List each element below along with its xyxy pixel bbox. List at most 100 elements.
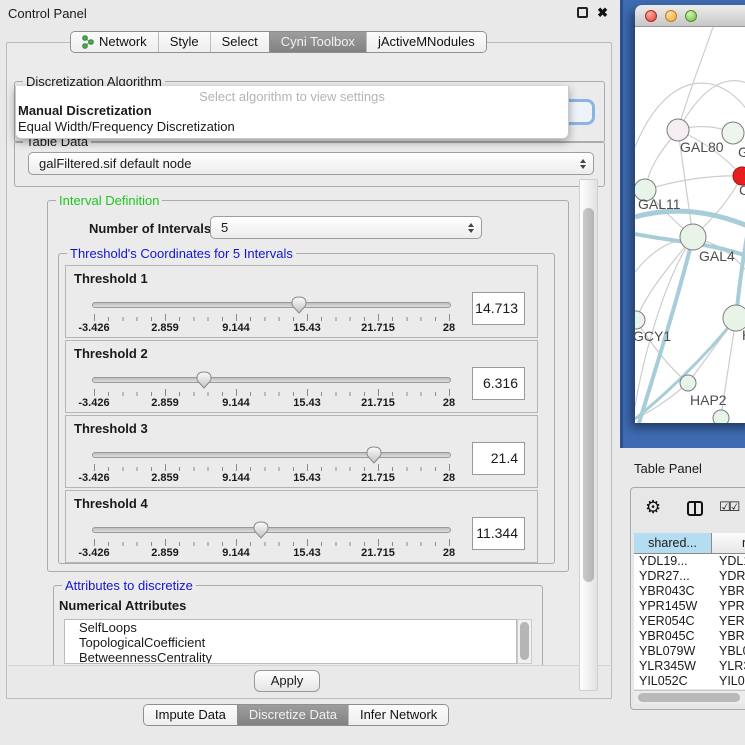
interval-definition-group: Interval Definition Number of Intervals … xyxy=(47,200,569,572)
threshold-1-slider[interactable]: -3.4262.8599.14415.4321.71528 xyxy=(94,294,449,334)
table-row[interactable]: YBR045CYBR0 xyxy=(634,629,745,644)
table-cell[interactable]: YBR0 xyxy=(712,629,745,644)
tab-cyni-toolbox[interactable]: Cyni Toolbox xyxy=(269,32,366,52)
slider-ticks xyxy=(94,317,450,321)
slider-track[interactable] xyxy=(92,377,451,383)
table-cell[interactable]: YDL1 xyxy=(712,554,745,569)
algorithm-option-equal-width[interactable]: Equal Width/Frequency Discretization xyxy=(16,119,568,135)
node-table[interactable]: shared... na YDL19...YDL1YDR27...YDR2YBR… xyxy=(634,533,745,689)
table-cell[interactable]: YER0 xyxy=(712,614,745,629)
slider-track[interactable] xyxy=(92,527,451,533)
table-horizontal-scrollbar[interactable] xyxy=(634,690,745,704)
tab-discretize-data[interactable]: Discretize Data xyxy=(237,705,348,725)
attribute-item[interactable]: SelfLoops xyxy=(65,620,516,635)
table-cell[interactable]: YBR045C xyxy=(634,629,712,644)
top-tab-bar: Network Style Select Cyni Toolbox jActiv… xyxy=(70,31,487,53)
select-columns-icon[interactable]: ☑☑ xyxy=(719,500,738,515)
table-header: shared... na xyxy=(634,533,745,554)
threshold-value-field[interactable]: 6.316 xyxy=(472,367,525,400)
zoom-traffic-light-icon[interactable] xyxy=(685,10,697,22)
threshold-value-field[interactable]: 21.4 xyxy=(472,442,525,475)
attributes-list[interactable]: SelfLoopsTopologicalCoefficientBetweenne… xyxy=(64,619,517,664)
table-row[interactable]: YBL079WYBL0 xyxy=(634,644,745,659)
close-traffic-light-icon[interactable] xyxy=(645,10,657,22)
slider-thumb[interactable] xyxy=(253,521,269,539)
table-cell[interactable]: YDR27... xyxy=(634,569,712,584)
cyni-toolbox-panel: Discretization Algorithm Select algorith… xyxy=(6,42,612,699)
table-row[interactable]: YER054CYER0 xyxy=(634,614,745,629)
window-title: Control Panel xyxy=(8,6,87,21)
tab-style[interactable]: Style xyxy=(158,32,210,52)
close-icon[interactable]: ✖ xyxy=(597,7,608,18)
tab-select[interactable]: Select xyxy=(210,32,269,52)
threshold-4-slider[interactable]: -3.4262.8599.14415.4321.71528 xyxy=(94,519,449,559)
apply-button[interactable]: Apply xyxy=(254,670,320,692)
bottom-tab-bar: Impute Data Discretize Data Infer Networ… xyxy=(143,704,449,726)
table-row[interactable]: YDR27...YDR2 xyxy=(634,569,745,584)
network-canvas[interactable]: GAL80GACGAL11GAL4GCY1HHAP2 xyxy=(635,27,745,423)
gear-icon[interactable]: ⚙ xyxy=(645,497,661,518)
table-cell[interactable]: YPR145W xyxy=(634,599,712,614)
slider-thumb[interactable] xyxy=(196,371,212,389)
column-browser-icon[interactable] xyxy=(687,501,703,516)
network-node-label: GAL11 xyxy=(638,196,681,212)
table-row[interactable]: YLR345WYLR3 xyxy=(634,659,745,674)
network-node-label: HAP2 xyxy=(690,392,727,408)
slider-track[interactable] xyxy=(92,302,451,308)
float-window-icon[interactable] xyxy=(577,7,588,18)
node-table-body: YDL19...YDL1YDR27...YDR2YBR043CYBR0YPR14… xyxy=(634,554,745,689)
slider-track[interactable] xyxy=(92,452,451,458)
table-cell[interactable]: YBL0 xyxy=(712,644,745,659)
table-cell[interactable]: YLR345W xyxy=(634,659,712,674)
table-row[interactable]: YIL052CYIL0 xyxy=(634,674,745,689)
table-cell[interactable]: YIL052C xyxy=(634,674,712,689)
minimize-traffic-light-icon[interactable] xyxy=(665,10,677,22)
table-cell[interactable]: YDR2 xyxy=(712,569,745,584)
combo-spinner-icon xyxy=(468,223,474,233)
slider-scale: -3.4262.8599.14415.4321.71528 xyxy=(94,547,449,559)
column-header-name[interactable]: na xyxy=(712,533,745,554)
panel-vertical-scrollbar[interactable] xyxy=(579,179,598,691)
table-cell[interactable]: YIL0 xyxy=(712,674,745,689)
slider-ticks xyxy=(94,392,450,396)
threshold-value-field[interactable]: 11.344 xyxy=(472,517,525,550)
table-data-combobox[interactable]: galFiltered.sif default node xyxy=(28,152,594,175)
slider-thumb[interactable] xyxy=(366,446,382,464)
tab-infer-network[interactable]: Infer Network xyxy=(348,705,448,725)
tab-label: Network xyxy=(99,32,147,52)
table-cell[interactable]: YLR3 xyxy=(712,659,745,674)
threshold-2-slider[interactable]: -3.4262.8599.14415.4321.71528 xyxy=(94,369,449,409)
table-row[interactable]: YDL19...YDL1 xyxy=(634,554,745,569)
network-node[interactable] xyxy=(667,119,689,141)
attribute-item[interactable]: TopologicalCoefficient xyxy=(65,635,516,650)
network-node[interactable] xyxy=(635,311,645,329)
network-node[interactable] xyxy=(680,375,696,391)
table-cell[interactable]: YDL19... xyxy=(634,554,712,569)
tab-jactivemnodules[interactable]: jActiveMNodules xyxy=(366,32,486,52)
algorithm-placeholder: Select algorithm to view settings xyxy=(16,86,568,103)
algorithm-option-manual[interactable]: Manual Discretization xyxy=(16,103,568,119)
slider-thumb[interactable] xyxy=(291,296,307,314)
tab-network[interactable]: Network xyxy=(71,32,158,52)
table-row[interactable]: YBR043CYBR0 xyxy=(634,584,745,599)
table-cell[interactable]: YBR0 xyxy=(712,584,745,599)
threshold-3-slider[interactable]: -3.4262.8599.14415.4321.71528 xyxy=(94,444,449,484)
threshold-value-field[interactable]: 14.713 xyxy=(472,292,525,325)
number-of-intervals-combobox[interactable]: 5 xyxy=(210,216,482,239)
attributes-scrollbar[interactable] xyxy=(517,619,532,664)
tab-impute-data[interactable]: Impute Data xyxy=(144,705,237,725)
network-node[interactable] xyxy=(680,224,706,250)
table-row[interactable]: YPR145WYPR1 xyxy=(634,599,745,614)
network-node-label: GCY1 xyxy=(635,328,671,344)
slider-ticks xyxy=(94,542,450,546)
table-cell[interactable]: YER054C xyxy=(634,614,712,629)
table-cell[interactable]: YPR1 xyxy=(712,599,745,614)
attribute-item[interactable]: BetweennessCentrality xyxy=(65,650,516,664)
group-title: Attributes to discretize xyxy=(62,578,196,593)
table-cell[interactable]: YBR043C xyxy=(634,584,712,599)
table-cell[interactable]: YBL079W xyxy=(634,644,712,659)
column-header-shared[interactable]: shared... xyxy=(634,533,712,554)
network-node[interactable] xyxy=(722,122,744,144)
numerical-attributes-label: Numerical Attributes xyxy=(59,598,186,613)
network-node[interactable] xyxy=(713,410,729,423)
